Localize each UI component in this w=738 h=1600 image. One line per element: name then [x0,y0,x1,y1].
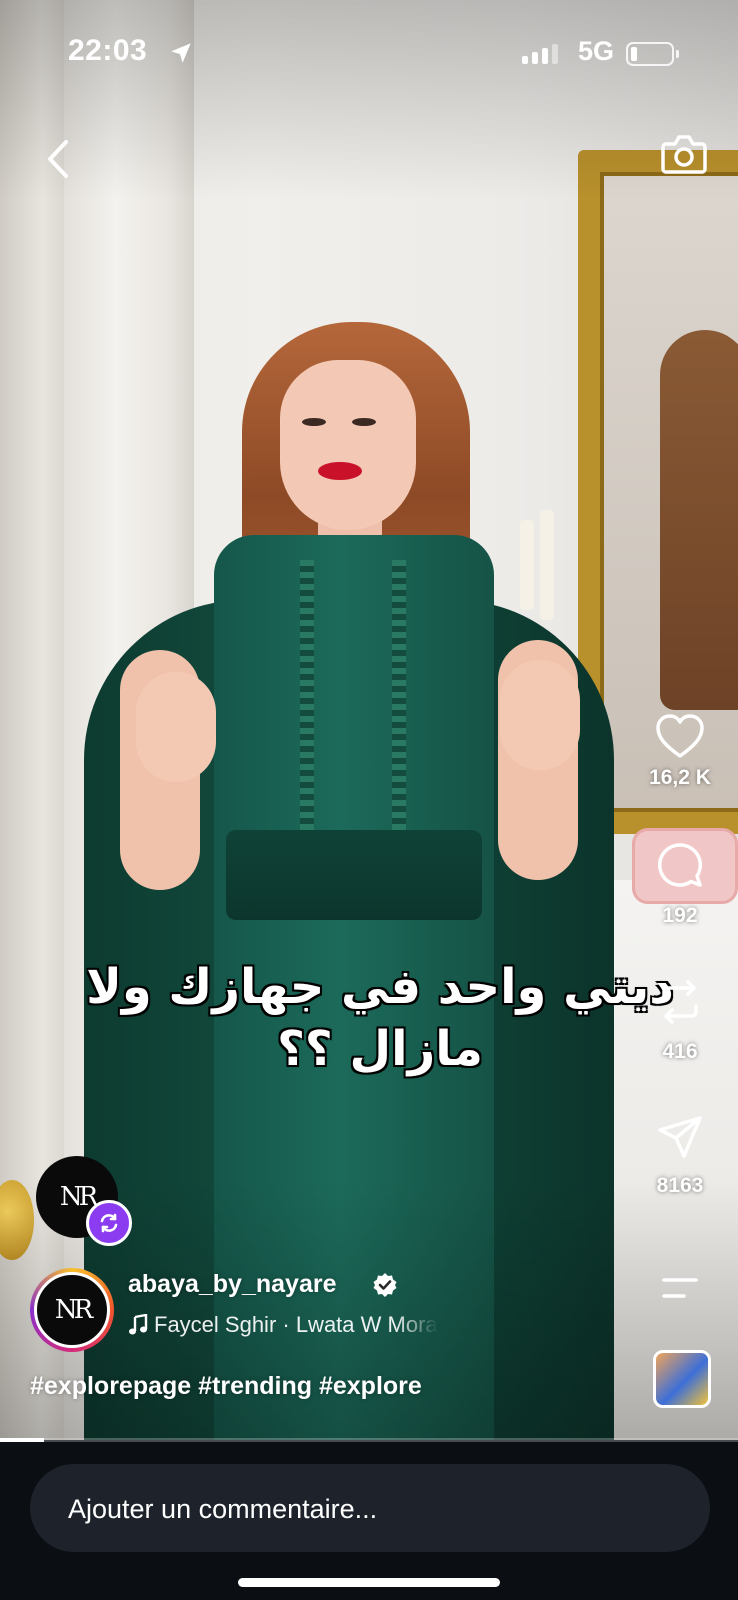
candle [520,520,534,610]
eye [302,418,326,426]
location-arrow-icon [168,40,194,71]
share-button[interactable]: 8163 [632,1114,728,1198]
comment-count: 192 [662,904,698,927]
audio-track-name: Faycel Sghir · Lwata W Mora [154,1312,438,1337]
chevron-left-icon[interactable] [38,134,78,184]
remix-button[interactable]: 416 [632,978,728,1064]
dress-embroidery [300,560,314,850]
network-type: 5G [578,36,615,66]
send-icon [658,1116,702,1158]
comment-placeholder: Ajouter un commentaire... [68,1494,378,1524]
camera-icon[interactable] [660,132,708,176]
heart-icon [656,714,704,758]
audio-track[interactable]: Faycel Sghir · Lwata W Mora [128,1310,438,1340]
like-button[interactable]: 16,2 K [632,712,728,790]
post-hashtags[interactable]: #explorepage #trending #explore [30,1372,422,1401]
username[interactable]: abaya_by_nayare [128,1270,336,1299]
bottom-bar: Ajouter un commentaire... [0,1442,738,1600]
audio-thumbnail[interactable] [653,1350,711,1408]
brand-logo-icon: NR [59,1182,98,1212]
eye [352,418,376,426]
cellular-signal-icon [522,44,558,64]
dress-belt [226,830,482,920]
verified-badge-icon [372,1272,398,1298]
status-bar: 22:03 5G [0,30,738,80]
music-note-icon [129,1314,148,1335]
candle [540,510,554,620]
mirror-reflection [660,330,738,710]
collab-refresh-icon [86,1200,132,1246]
lips [318,462,362,480]
battery-icon [626,42,679,66]
remix-count: 416 [662,1040,698,1063]
right-hand [500,660,580,770]
comment-button[interactable]: 192 [632,840,728,928]
face [280,360,416,530]
comment-bubble-icon [657,843,703,887]
video-caption: ديتي واحد في جهازك ولا مازال ؟؟ [86,959,674,1077]
share-count: 8163 [656,1174,704,1197]
dress-embroidery [392,560,406,850]
comment-input[interactable]: Ajouter un commentaire... [30,1464,710,1552]
brand-logo-icon: NR [54,1295,93,1325]
like-count: 16,2 K [649,766,711,789]
menu-lines-icon[interactable] [660,1274,700,1302]
repost-icon [662,980,698,1024]
home-indicator[interactable] [238,1578,500,1587]
left-hand [136,672,216,782]
status-time: 22:03 [68,34,148,67]
user-avatar[interactable]: NR [30,1268,114,1352]
